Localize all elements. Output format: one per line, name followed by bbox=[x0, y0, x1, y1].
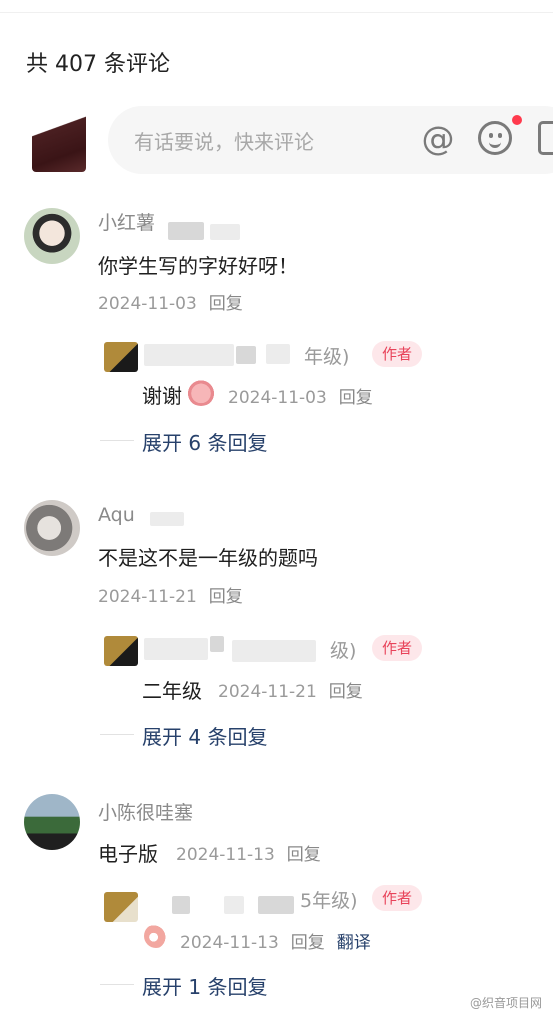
author-avatar[interactable] bbox=[104, 892, 138, 922]
author-name-fragment[interactable]: 年级) bbox=[304, 342, 349, 369]
redacted-username bbox=[150, 512, 184, 526]
comment-date: 2024-11-21 bbox=[98, 587, 197, 607]
comment-text: 电子版 bbox=[98, 842, 158, 866]
expand-divider bbox=[100, 984, 134, 985]
reply-button[interactable]: 回复 bbox=[209, 294, 243, 314]
reply-button[interactable]: 回复 bbox=[291, 933, 325, 953]
author-reply-meta: 2024-11-21 回复 bbox=[218, 677, 363, 702]
author-reply-date: 2024-11-21 bbox=[218, 682, 317, 702]
reply-button[interactable]: 回复 bbox=[209, 587, 243, 607]
author-reply-date: 2024-11-03 bbox=[228, 388, 327, 408]
comment-count: 共 407 条评论 bbox=[26, 52, 170, 77]
comment-meta: 2024-11-03 回复 bbox=[98, 289, 243, 314]
ok-hand-sticker-icon bbox=[144, 924, 168, 948]
avatar[interactable] bbox=[24, 208, 80, 264]
at-icon[interactable]: @ bbox=[420, 121, 456, 157]
redacted-author-name bbox=[232, 640, 316, 662]
author-reply-meta: 2024-11-13 回复 翻译 bbox=[180, 928, 371, 953]
emoji-icon[interactable] bbox=[478, 121, 512, 155]
reply-button[interactable]: 回复 bbox=[287, 845, 321, 865]
comment-meta: 2024-11-13 回复 bbox=[176, 840, 321, 865]
expand-replies-button[interactable]: 展开 4 条回复 bbox=[142, 721, 267, 750]
redacted-author-name bbox=[172, 896, 190, 914]
comment-input-placeholder[interactable]: 有话要说，快来评论 bbox=[134, 126, 314, 155]
author-tag: 作者 bbox=[372, 885, 423, 911]
author-avatar[interactable] bbox=[104, 342, 138, 372]
redacted-author-name bbox=[210, 636, 224, 652]
redacted-author-name bbox=[224, 896, 244, 914]
avatar[interactable] bbox=[24, 794, 80, 850]
comment-username[interactable]: 小红薯 bbox=[98, 208, 155, 235]
author-reply-text: 二年级 bbox=[142, 679, 202, 703]
avatar[interactable] bbox=[24, 500, 80, 556]
author-reply-text: 谢谢 bbox=[142, 384, 182, 408]
author-tag: 作者 bbox=[372, 635, 423, 661]
expand-divider bbox=[100, 440, 134, 441]
comment-date: 2024-11-03 bbox=[98, 294, 197, 314]
pig-sticker-icon bbox=[186, 378, 216, 406]
expand-replies-button[interactable]: 展开 6 条回复 bbox=[142, 427, 267, 456]
current-user-avatar[interactable] bbox=[32, 112, 86, 172]
watermark: @织音项目网 bbox=[470, 996, 543, 1010]
comment-meta: 2024-11-21 回复 bbox=[98, 582, 243, 607]
author-avatar[interactable] bbox=[104, 636, 138, 666]
redacted-author-name bbox=[236, 346, 256, 364]
expand-replies-button[interactable]: 展开 1 条回复 bbox=[142, 971, 267, 1000]
author-name-fragment[interactable]: 5年级) bbox=[300, 886, 358, 913]
reply-button[interactable]: 回复 bbox=[329, 682, 363, 702]
comment-username[interactable]: 小陈很哇塞 bbox=[98, 798, 193, 825]
redacted-author-name bbox=[144, 344, 234, 366]
reply-button[interactable]: 回复 bbox=[339, 388, 373, 408]
redacted-author-name bbox=[266, 344, 290, 364]
redacted-author-name bbox=[144, 638, 208, 660]
image-icon[interactable] bbox=[538, 121, 553, 155]
top-divider bbox=[0, 12, 553, 13]
redacted-username bbox=[168, 222, 204, 240]
author-reply-date: 2024-11-13 bbox=[180, 933, 279, 953]
author-reply-meta: 2024-11-03 回复 bbox=[228, 383, 373, 408]
author-name-fragment[interactable]: 级) bbox=[330, 636, 356, 663]
comment-username[interactable]: Aqu bbox=[98, 504, 135, 526]
comment-text: 不是这不是一年级的题吗 bbox=[98, 546, 318, 570]
redacted-username bbox=[210, 224, 240, 240]
author-tag: 作者 bbox=[372, 341, 423, 367]
comment-text: 你学生写的字好好呀！ bbox=[98, 254, 298, 278]
comment-date: 2024-11-13 bbox=[176, 845, 275, 865]
translate-button[interactable]: 翻译 bbox=[337, 933, 371, 953]
expand-divider bbox=[100, 734, 134, 735]
notification-dot bbox=[512, 115, 522, 125]
redacted-author-name bbox=[258, 896, 294, 914]
